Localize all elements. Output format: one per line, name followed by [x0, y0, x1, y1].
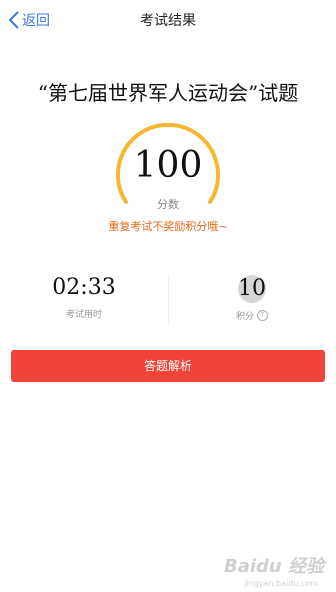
score-unit-label: 分数 [157, 198, 179, 211]
watermark-url: jingyan.baidu.com [244, 579, 318, 588]
answer-analysis-button[interactable]: 答题解析 [11, 350, 325, 382]
time-stat: 02:33 考试用时 [0, 275, 168, 320]
page-title: 考试结果 [140, 13, 196, 29]
question-circle-icon[interactable]: ? [257, 310, 268, 321]
score-value: 100 [133, 145, 203, 186]
points-value: 10 [238, 275, 266, 303]
exam-title: “第七届世界军人运动会”试题 [37, 81, 299, 105]
time-value: 02:33 [52, 275, 116, 300]
navigation-bar: 返回 考试结果 [0, 0, 336, 40]
points-stat: 10 积分 ? [168, 275, 336, 322]
time-label: 考试用时 [65, 310, 102, 320]
points-label: 积分 [235, 312, 254, 322]
watermark-logo: Baidu 经验 [223, 556, 324, 577]
repeat-exam-notice: 重复考试不奖励积分哦~ [108, 220, 228, 233]
